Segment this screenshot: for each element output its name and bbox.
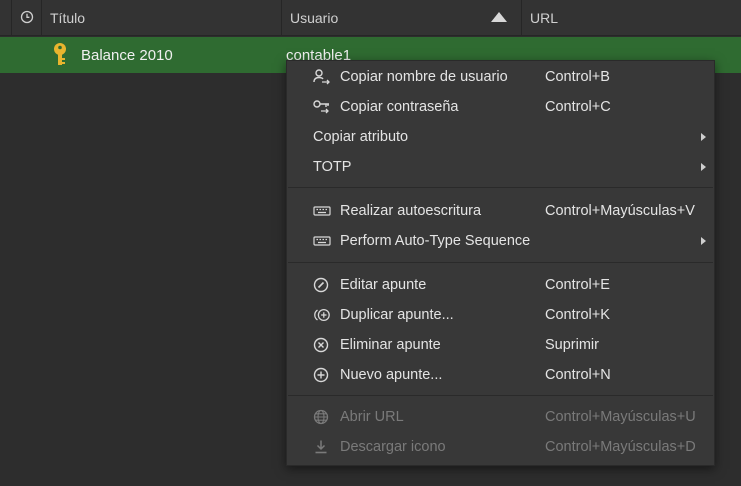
add-icon	[313, 367, 329, 383]
download-icon	[315, 440, 327, 454]
clock-icon	[20, 10, 34, 24]
duplicate-icon	[314, 308, 330, 322]
edit-icon	[313, 277, 329, 293]
copy-username-icon	[313, 69, 330, 85]
menu-item-shortcut: Suprimir	[545, 337, 599, 353]
menu-item-shortcut: Control+K	[545, 307, 610, 323]
menu-separator	[288, 187, 713, 188]
menu-item-label: Copiar contraseña	[340, 99, 459, 115]
submenu-arrow-icon	[701, 133, 706, 141]
menu-item-label: Duplicar apunte...	[340, 307, 454, 323]
menu-item-label: Nuevo apunte...	[340, 367, 443, 383]
column-header-url[interactable]: URL	[522, 0, 741, 36]
menu-item-copy-password[interactable]: Copiar contraseña Control+C	[287, 92, 714, 122]
submenu-arrow-icon	[701, 163, 706, 171]
menu-item-totp[interactable]: TOTP	[287, 152, 714, 182]
column-header-username[interactable]: Usuario	[282, 0, 522, 36]
menu-item-label: Copiar atributo	[313, 129, 409, 145]
menu-item-shortcut: Control+N	[545, 367, 611, 383]
copy-password-icon	[313, 100, 329, 114]
menu-item-open-url[interactable]: Abrir URL Control+Mayúsculas+U	[287, 402, 714, 432]
column-header-marker[interactable]	[0, 0, 12, 36]
key-icon	[54, 43, 66, 65]
menu-item-label: Abrir URL	[340, 409, 404, 425]
menu-item-label: Copiar nombre de usuario	[340, 69, 508, 85]
menu-item-copy-username[interactable]: Copiar nombre de usuario Control+B	[287, 62, 714, 92]
keyboard-icon	[313, 236, 331, 246]
menu-item-label: Eliminar apunte	[340, 337, 441, 353]
menu-separator	[288, 395, 713, 396]
menu-item-download-icon[interactable]: Descargar icono Control+Mayúsculas+D	[287, 432, 714, 462]
menu-item-duplicate-entry[interactable]: Duplicar apunte... Control+K	[287, 300, 714, 330]
menu-item-label: Descargar icono	[340, 439, 446, 455]
menu-item-shortcut: Control+C	[545, 99, 611, 115]
menu-item-shortcut: Control+Mayúsculas+D	[545, 439, 696, 455]
menu-separator	[288, 262, 713, 263]
menu-item-shortcut: Control+Mayúsculas+V	[545, 203, 695, 219]
delete-icon	[313, 337, 329, 353]
keyboard-icon	[313, 206, 331, 216]
menu-item-autotype-sequence[interactable]: Perform Auto-Type Sequence	[287, 226, 714, 256]
globe-icon	[313, 409, 329, 425]
submenu-arrow-icon	[701, 237, 706, 245]
menu-item-autotype[interactable]: Realizar autoescritura Control+Mayúscula…	[287, 196, 714, 226]
context-menu: Copiar nombre de usuario Control+B Copia…	[286, 60, 715, 466]
table-header: Título Usuario URL	[0, 0, 741, 36]
menu-item-label: Editar apunte	[340, 277, 427, 293]
menu-item-delete-entry[interactable]: Eliminar apunte Suprimir	[287, 330, 714, 360]
menu-item-edit-entry[interactable]: Editar apunte Control+E	[287, 270, 714, 300]
column-header-title[interactable]: Título	[42, 0, 282, 36]
menu-item-shortcut: Control+E	[545, 277, 610, 293]
menu-item-label: Realizar autoescritura	[340, 203, 482, 219]
column-header-title-label: Título	[50, 10, 86, 26]
menu-item-shortcut: Control+Mayúsculas+U	[545, 409, 696, 425]
menu-item-label: TOTP	[313, 159, 352, 175]
sort-ascending-icon	[491, 12, 507, 22]
menu-item-shortcut: Control+B	[545, 69, 610, 85]
menu-item-label: Perform Auto-Type Sequence	[340, 233, 531, 249]
entry-title: Balance 2010	[81, 47, 173, 64]
column-header-username-label: Usuario	[290, 10, 339, 26]
menu-item-copy-attribute[interactable]: Copiar atributo	[287, 122, 714, 152]
column-header-url-label: URL	[530, 10, 559, 26]
column-header-time[interactable]	[12, 0, 42, 36]
menu-item-new-entry[interactable]: Nuevo apunte... Control+N	[287, 360, 714, 390]
